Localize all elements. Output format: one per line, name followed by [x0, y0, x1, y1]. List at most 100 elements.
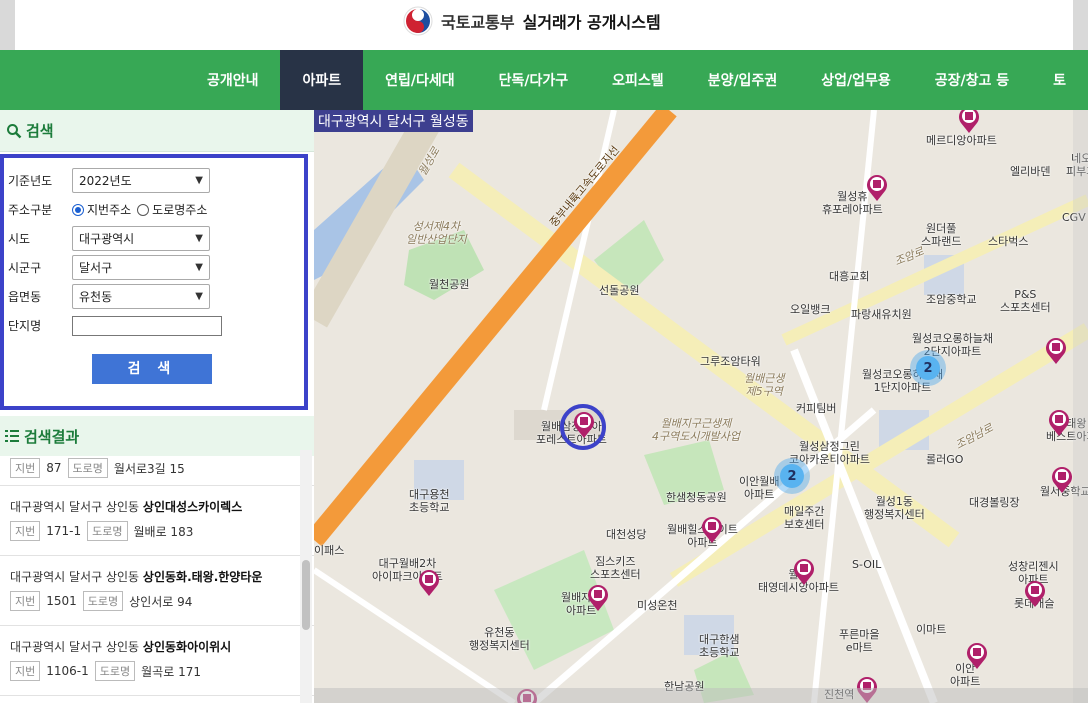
apartment-marker[interactable] — [1051, 466, 1073, 494]
map-right-scroll-shade — [1073, 110, 1088, 703]
nav-item-commercial[interactable]: 상업/업무용 — [799, 50, 913, 110]
apartment-marker[interactable] — [866, 174, 888, 202]
road-tag: 도로명 — [94, 661, 136, 681]
map-label: 월배근생 제5구역 — [744, 372, 785, 398]
map-label: 조암중학교 — [926, 293, 977, 306]
map-label: 원더풀 스파랜드 — [921, 222, 962, 248]
results-section-title: 검색결과 — [24, 427, 80, 446]
map-label: 미성온천 — [637, 599, 678, 612]
selected-apartment-marker[interactable] — [573, 411, 595, 439]
site-logo[interactable]: 국토교통부 실거래가 공개시스템 — [403, 6, 661, 36]
taegeuk-logo-icon — [403, 6, 433, 36]
chevron-down-icon: ▼ — [195, 233, 203, 244]
map-label: 짐스키즈 스포츠센터 — [590, 555, 641, 581]
jibun-tag: 지번 — [10, 591, 41, 611]
sigungu-label: 시군구 — [8, 261, 42, 275]
ministry-name: 국토교통부 — [441, 13, 515, 32]
nav-item-detached[interactable]: 단독/다가구 — [477, 50, 591, 110]
main-nav: 공개안내 아파트 연립/다세대 단독/다가구 오피스텔 분양/입주권 상업/업무… — [0, 50, 1088, 110]
apartment-marker[interactable] — [587, 584, 609, 612]
nav-item-land[interactable]: 토 — [1031, 50, 1088, 110]
complex-name[interactable]: 상인동화아이위시 — [143, 640, 231, 654]
map-label: 이마트 — [916, 623, 947, 636]
radio-jibun-button[interactable] — [72, 203, 84, 216]
map-label: 대흥교회 — [829, 270, 870, 283]
search-section-title: 검색 — [26, 122, 54, 140]
map-bottom-shade — [314, 688, 1088, 703]
map-label: 월천공원 — [429, 278, 470, 291]
results-scrollbar[interactable] — [300, 450, 312, 703]
complex-name-input[interactable] — [72, 315, 222, 336]
map-label: 스타벅스 — [988, 235, 1029, 248]
search-button[interactable]: 검 색 — [92, 354, 212, 384]
apartment-marker[interactable] — [966, 642, 988, 670]
map-view[interactable]: 대구광역시 달서구 월성동 성서제4차 일반산업단지 월천공원 선돌공원 대흥교… — [314, 110, 1088, 703]
marker-cluster[interactable]: 2 — [774, 458, 810, 494]
apartment-marker[interactable] — [958, 110, 980, 134]
complex-name[interactable]: 상인동화.태왕.한양타운 — [143, 570, 263, 584]
radio-road-button[interactable] — [137, 203, 150, 216]
map-label: 유천동 행정복지센터 — [469, 626, 530, 652]
addr-type-label: 주소구분 — [8, 203, 53, 217]
apartment-marker[interactable] — [793, 558, 815, 586]
list-icon — [5, 430, 19, 442]
map-label: 대천성당 — [606, 528, 647, 541]
map-label: 롤러GO — [926, 453, 964, 466]
nav-item-presale[interactable]: 분양/입주권 — [686, 50, 800, 110]
apartment-marker[interactable] — [1024, 580, 1046, 608]
map-label: 파랑새유치원 — [851, 308, 912, 321]
map-label: P&S 스포츠센터 — [1000, 288, 1051, 314]
year-label: 기준년도 — [8, 174, 53, 188]
apartment-marker[interactable] — [1048, 409, 1070, 437]
road-tag: 도로명 — [82, 591, 124, 611]
road-tag: 도로명 — [87, 521, 128, 541]
list-item[interactable]: 지번 87 도로명 월서로3길 15 — [0, 450, 314, 486]
sido-select[interactable]: 대구광역시 ▼ — [72, 226, 210, 251]
search-section-header: 검색 — [0, 110, 314, 152]
results-list: 지번 87 도로명 월서로3길 15 대구광역시 달서구 상인동 상인대성스카이… — [0, 450, 314, 703]
map-label: 성서제4차 일반산업단지 — [406, 220, 467, 246]
dong-select[interactable]: 유천동 ▼ — [72, 284, 210, 309]
map-label: 메르디앙아파트 — [926, 134, 997, 147]
complex-name[interactable]: 상인대성스카이렉스 — [143, 500, 242, 514]
sigungu-select[interactable]: 달서구 ▼ — [72, 255, 210, 280]
apartment-marker[interactable] — [1045, 337, 1067, 365]
nav-item-officetel[interactable]: 오피스텔 — [590, 50, 686, 110]
sido-label: 시도 — [8, 232, 31, 246]
dong-label: 읍면동 — [8, 290, 42, 304]
nav-item-apartment[interactable]: 아파트 — [280, 50, 364, 110]
map-base — [314, 110, 1088, 703]
map-label: 이패스 — [314, 544, 345, 557]
map-label: 오일뱅크 — [790, 303, 831, 316]
map-label: 매일주간 보호센터 — [784, 505, 825, 531]
region-label: 대구광역시 달서구 월성동 — [314, 110, 473, 132]
map-label: 월배지구근생제 4구역도시개발사업 — [652, 417, 740, 443]
chevron-down-icon: ▼ — [195, 262, 203, 273]
year-select[interactable]: 2022년도 ▼ — [72, 168, 210, 193]
jibun-tag: 지번 — [10, 521, 41, 541]
nav-item-factory[interactable]: 공장/창고 등 — [913, 50, 1031, 110]
map-label: 푸른마을 e마트 — [839, 628, 880, 654]
chevron-down-icon: ▼ — [195, 291, 203, 302]
map-label: 대구한샘 초등학교 — [699, 633, 740, 659]
road-tag: 도로명 — [67, 458, 108, 478]
list-item[interactable]: 대구광역시 달서구 상인동 상인대성스카이렉스 지번 171-1 도로명 월배로… — [0, 486, 314, 556]
complex-label: 단지명 — [8, 319, 42, 333]
radio-road[interactable]: 도로명주소 — [137, 201, 207, 218]
list-item[interactable]: 대구광역시 달서구 상인동 상인동화아이위시 지번 1106-1 도로명 월곡로… — [0, 626, 314, 696]
radio-jibun[interactable]: 지번주소 — [72, 201, 131, 218]
map-label: 한샘청동공원 — [666, 491, 727, 504]
chevron-down-icon: ▼ — [195, 175, 203, 186]
map-label: 선돌공원 — [599, 284, 640, 297]
list-item[interactable]: 대구광역시 달서구 상인동 상인동화.태왕.한양타운 지번 1501 도로명 상… — [0, 556, 314, 626]
map-label: 대구용천 초등학교 — [409, 488, 450, 514]
marker-cluster[interactable]: 2 — [910, 350, 946, 386]
nav-item-townhouse[interactable]: 연립/다세대 — [363, 50, 477, 110]
search-icon — [7, 123, 22, 138]
map-label: S-OIL — [852, 558, 882, 571]
jibun-tag: 지번 — [10, 458, 41, 478]
scrollbar-thumb[interactable] — [302, 560, 310, 630]
apartment-marker[interactable] — [701, 516, 723, 544]
nav-item-info[interactable]: 공개안내 — [185, 50, 281, 110]
apartment-marker[interactable] — [418, 569, 440, 597]
